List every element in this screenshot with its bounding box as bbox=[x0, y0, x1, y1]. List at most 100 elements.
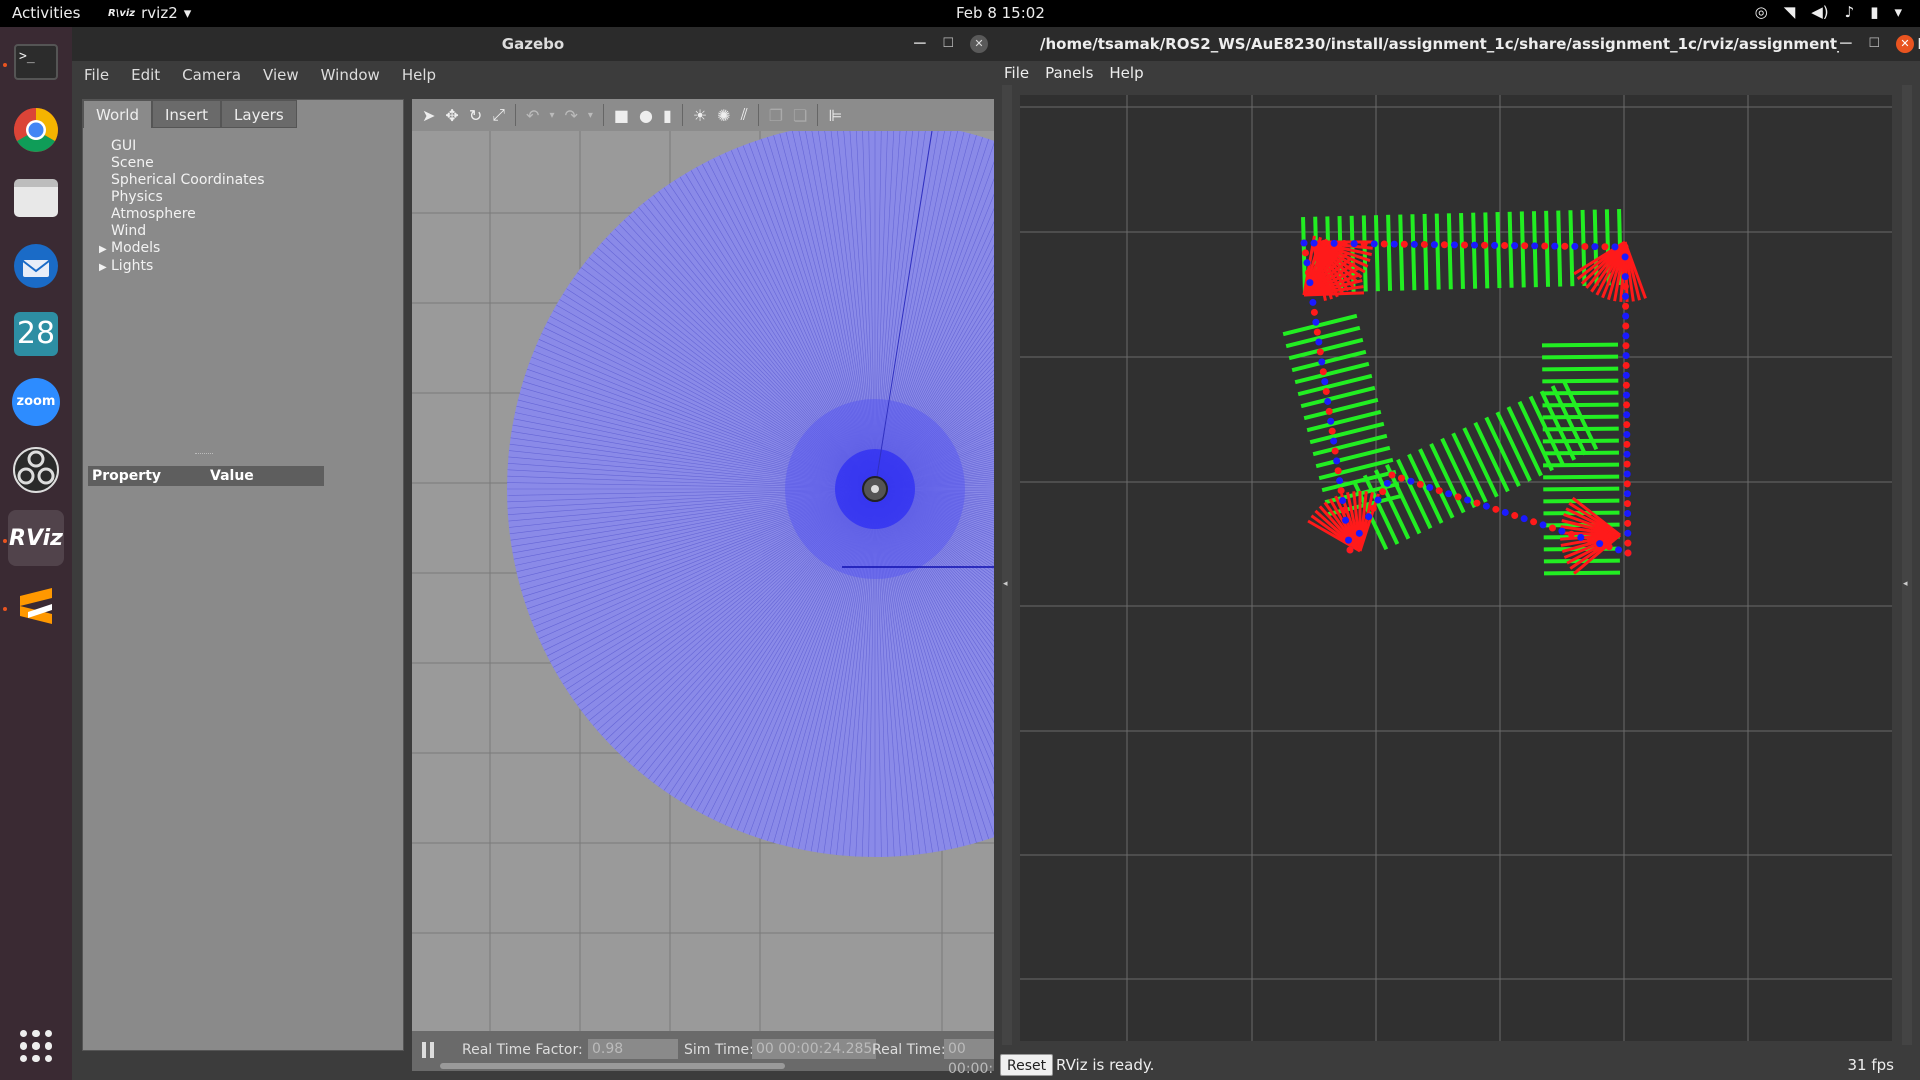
expand-arrow-icon[interactable]: ▶ bbox=[99, 241, 111, 258]
dock-sublime[interactable] bbox=[8, 578, 64, 634]
box-shape-icon[interactable]: ■ bbox=[614, 106, 629, 125]
dock-obs[interactable] bbox=[8, 442, 64, 498]
volume-icon[interactable]: ◀) bbox=[1811, 3, 1828, 21]
tab-layers[interactable]: Layers bbox=[221, 100, 297, 128]
running-indicator bbox=[3, 63, 7, 67]
obs-icon bbox=[13, 447, 59, 493]
path-point bbox=[1355, 529, 1363, 537]
arrow-right-icon: ◂ bbox=[1903, 579, 1908, 589]
menu-file[interactable]: File bbox=[84, 66, 109, 84]
minimize-icon[interactable]: — bbox=[913, 27, 926, 61]
tree-item-wind[interactable]: Wind bbox=[111, 223, 265, 240]
path-point bbox=[1623, 411, 1631, 419]
menu-window[interactable]: Window bbox=[321, 66, 380, 84]
wifi-icon[interactable]: ◥ bbox=[1784, 3, 1796, 21]
tree-item-lights[interactable]: ▶ Lights bbox=[99, 258, 265, 276]
pose-arrow bbox=[1398, 214, 1405, 291]
dock-chrome[interactable] bbox=[8, 102, 64, 158]
path-point bbox=[1369, 504, 1377, 512]
menu-camera[interactable]: Camera bbox=[182, 66, 241, 84]
dock-files[interactable] bbox=[8, 170, 64, 226]
tab-insert[interactable]: Insert bbox=[152, 100, 222, 128]
copy-icon[interactable]: ❐ bbox=[769, 106, 783, 125]
tab-world[interactable]: World bbox=[83, 100, 152, 128]
gazebo-titlebar[interactable]: Gazebo — ☐ ✕ bbox=[72, 27, 994, 61]
horizontal-scrollbar[interactable] bbox=[440, 1063, 785, 1069]
app-menu[interactable]: R\viz rviz2 ▾ bbox=[108, 4, 191, 22]
path-point bbox=[1482, 502, 1490, 510]
menu-view[interactable]: View bbox=[263, 66, 299, 84]
cylinder-shape-icon[interactable]: ▮ bbox=[663, 106, 672, 125]
show-applications-icon[interactable] bbox=[20, 1030, 52, 1062]
clock[interactable]: Feb 8 15:02 bbox=[956, 4, 1045, 22]
redo-dropdown-icon[interactable]: ▾ bbox=[588, 110, 593, 121]
tree-item-spherical-coordinates[interactable]: Spherical Coordinates bbox=[111, 172, 265, 189]
tree-item-atmosphere[interactable]: Atmosphere bbox=[111, 206, 265, 223]
ubuntu-one-icon[interactable]: ◎ bbox=[1755, 3, 1768, 21]
dock: >_ 28 zoom RViz bbox=[0, 27, 72, 1080]
gazebo-3d-viewport[interactable] bbox=[412, 131, 1048, 1031]
tree-item-physics[interactable]: Physics bbox=[111, 189, 265, 206]
rviz-3d-viewport[interactable] bbox=[1020, 95, 1892, 1041]
path-point bbox=[1623, 490, 1631, 498]
system-menu-chevron-icon[interactable]: ▾ bbox=[1894, 3, 1902, 21]
path-point bbox=[1350, 240, 1358, 248]
tree-item-scene[interactable]: Scene bbox=[111, 155, 265, 172]
maximize-icon[interactable]: ☐ bbox=[942, 27, 954, 61]
pose-arrow bbox=[1434, 213, 1441, 290]
path-point bbox=[1330, 239, 1338, 247]
expand-arrow-icon[interactable]: ▶ bbox=[99, 259, 111, 276]
system-tray[interactable]: ◎ ◥ ◀) ♪ ▮ ▾ bbox=[1755, 3, 1902, 21]
battery-icon[interactable]: ▮ bbox=[1870, 3, 1878, 21]
dock-zoom[interactable]: zoom bbox=[8, 374, 64, 430]
tree-item-gui[interactable]: GUI bbox=[111, 138, 265, 155]
menu-file[interactable]: File bbox=[1004, 64, 1029, 82]
menu-panels[interactable]: Panels bbox=[1045, 64, 1093, 82]
panel-splitter[interactable] bbox=[195, 453, 213, 457]
left-dock-collapse-handle[interactable]: ◂ bbox=[1002, 85, 1012, 1045]
dock-calendar[interactable]: 28 bbox=[8, 306, 64, 362]
undo-icon[interactable]: ↶ bbox=[526, 106, 539, 125]
activities-button[interactable]: Activities bbox=[12, 4, 80, 22]
select-mode-icon[interactable]: ➤ bbox=[422, 106, 435, 125]
close-icon[interactable]: ✕ bbox=[1896, 35, 1914, 53]
path-point bbox=[1300, 239, 1308, 247]
translate-mode-icon[interactable]: ✥ bbox=[445, 106, 458, 125]
property-column-header: Property bbox=[92, 468, 162, 484]
spot-light-icon[interactable]: ✺ bbox=[717, 106, 730, 125]
paste-icon[interactable]: ❏ bbox=[793, 106, 807, 125]
dock-terminal[interactable]: >_ bbox=[8, 34, 64, 90]
directional-light-icon[interactable]: ⫽ bbox=[741, 105, 748, 125]
path-point bbox=[1622, 332, 1630, 340]
menu-help[interactable]: Help bbox=[402, 66, 436, 84]
path-point bbox=[1551, 242, 1559, 250]
undo-dropdown-icon[interactable]: ▾ bbox=[549, 110, 554, 121]
pose-arrow bbox=[1541, 342, 1619, 348]
menu-edit[interactable]: Edit bbox=[131, 66, 160, 84]
dock-thunderbird[interactable] bbox=[8, 238, 64, 294]
path-point bbox=[1601, 243, 1609, 251]
microphone-icon[interactable]: ♪ bbox=[1845, 3, 1855, 21]
pose-arrow bbox=[1446, 213, 1453, 290]
close-icon[interactable]: ✕ bbox=[970, 35, 988, 53]
tree-item-models[interactable]: ▶ Models bbox=[99, 240, 265, 258]
right-dock-collapse-handle[interactable]: ◂ bbox=[1902, 85, 1912, 1045]
path-point bbox=[1622, 361, 1630, 369]
sphere-shape-icon[interactable]: ● bbox=[639, 106, 653, 125]
path-point bbox=[1511, 512, 1519, 520]
rtf-label: Real Time Factor: bbox=[462, 1042, 583, 1058]
pause-icon[interactable] bbox=[422, 1042, 434, 1058]
redo-icon[interactable]: ↷ bbox=[564, 106, 577, 125]
align-icon[interactable]: ⊫ bbox=[828, 106, 842, 125]
reset-button[interactable]: Reset bbox=[1000, 1054, 1054, 1076]
rviz-titlebar[interactable]: /home/tsamak/ROS2_WS/AuE8230/install/ass… bbox=[994, 27, 1920, 61]
scale-mode-icon[interactable]: ⤢ bbox=[492, 105, 505, 125]
rotate-mode-icon[interactable]: ↻ bbox=[469, 106, 482, 125]
minimize-icon[interactable]: — bbox=[1839, 27, 1852, 61]
gazebo-status-bar: Real Time Factor: 0.98 Sim Time: 00 00:0… bbox=[412, 1031, 1048, 1077]
point-light-icon[interactable]: ☀ bbox=[693, 106, 707, 125]
path-point bbox=[1492, 505, 1500, 513]
dock-rviz[interactable]: RViz bbox=[8, 510, 64, 566]
maximize-icon[interactable]: ☐ bbox=[1868, 27, 1880, 61]
menu-help[interactable]: Help bbox=[1109, 64, 1143, 82]
